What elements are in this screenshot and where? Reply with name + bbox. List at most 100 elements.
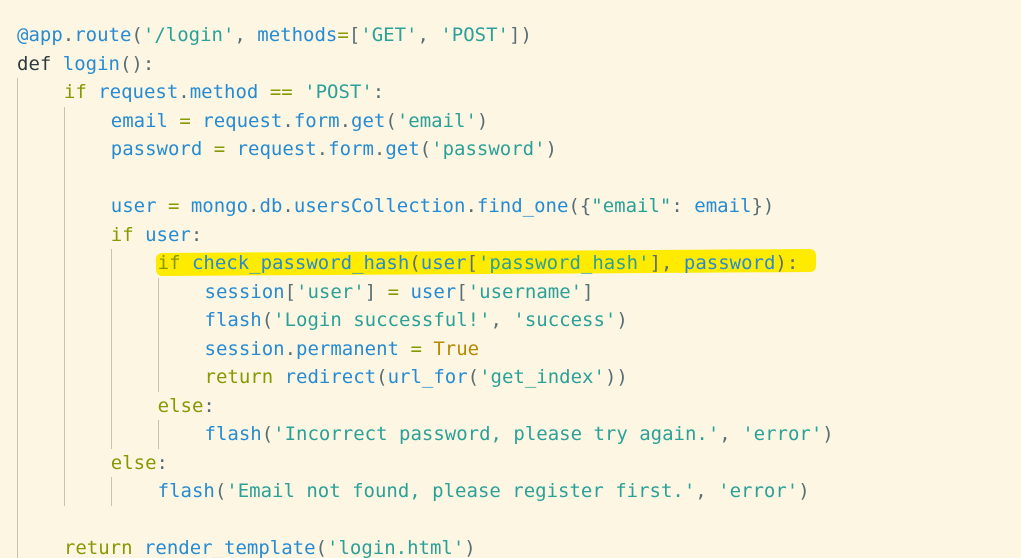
code-token: . bbox=[465, 195, 477, 217]
code-editor[interactable]: @app.route('/login', methods=['GET', 'PO… bbox=[0, 0, 1021, 558]
code-token: email bbox=[110, 109, 168, 132]
indent-guide bbox=[110, 477, 112, 506]
code-token: [ bbox=[456, 280, 468, 303]
code-token: 'get_index' bbox=[479, 366, 605, 388]
code-token: check_password_hash bbox=[191, 252, 410, 274]
code-token: password bbox=[110, 138, 203, 160]
code-token: methods bbox=[257, 24, 338, 46]
indent-guide bbox=[17, 277, 18, 306]
indent-guide bbox=[110, 420, 112, 449]
indent-guide bbox=[63, 448, 65, 477]
indent-guide bbox=[63, 163, 65, 192]
code-token: ) bbox=[464, 537, 476, 558]
code-token: permanent bbox=[296, 337, 399, 360]
code-line: def login(): bbox=[17, 50, 154, 79]
code-token: )) bbox=[604, 366, 628, 388]
code-token: session bbox=[204, 280, 285, 303]
indent-guide bbox=[17, 78, 18, 107]
indent-guide bbox=[63, 477, 65, 506]
code-token: else bbox=[110, 451, 157, 474]
indent-guide bbox=[17, 192, 18, 221]
code-token: url_for bbox=[387, 366, 468, 388]
code-token: 'Email not found, please register first.… bbox=[226, 480, 696, 502]
indent-guide bbox=[110, 363, 112, 392]
code-token: if bbox=[110, 223, 146, 246]
code-token: ( bbox=[409, 252, 421, 274]
code-token: form bbox=[293, 109, 340, 132]
indent-guide bbox=[63, 135, 65, 164]
code-token: else bbox=[157, 394, 204, 417]
code-token: return bbox=[204, 366, 285, 388]
code-token: session bbox=[204, 337, 285, 360]
indent-guide bbox=[110, 249, 112, 278]
code-token: 'GET' bbox=[360, 24, 418, 46]
code-token: render_template bbox=[143, 537, 316, 558]
indent-guide bbox=[17, 163, 18, 192]
code-token: ( bbox=[261, 309, 274, 331]
code-token: = bbox=[337, 24, 349, 46]
code-token: get bbox=[351, 109, 386, 132]
code-token: request bbox=[202, 109, 283, 132]
code-token: ) bbox=[545, 138, 557, 160]
code-token: = bbox=[202, 138, 237, 160]
code-token: email bbox=[694, 195, 752, 217]
code-token: ]) bbox=[509, 24, 532, 46]
code-token: request bbox=[98, 81, 179, 103]
indent-guide bbox=[17, 448, 18, 477]
code-token: . bbox=[282, 109, 294, 132]
code-token: , bbox=[490, 309, 514, 331]
code-token: @app bbox=[17, 24, 63, 46]
indent-guide bbox=[17, 391, 18, 420]
code-token: flash bbox=[204, 309, 262, 331]
indent-guide bbox=[17, 106, 18, 135]
code-token: 'username' bbox=[467, 280, 583, 303]
indent-guide bbox=[17, 135, 18, 164]
code-token: ( bbox=[261, 423, 274, 445]
indent-guide bbox=[63, 249, 65, 278]
code-token: ], bbox=[649, 252, 684, 274]
code-line: if request.method == 'POST': bbox=[64, 78, 384, 107]
code-token: , bbox=[695, 480, 719, 502]
code-line: session.permanent = True bbox=[205, 335, 480, 364]
code-token: find_one bbox=[476, 195, 569, 217]
code-token: ) bbox=[822, 423, 834, 445]
code-token: route bbox=[74, 24, 132, 46]
code-token: user bbox=[410, 280, 457, 303]
indent-guide bbox=[63, 420, 65, 449]
code-token: = bbox=[156, 195, 191, 217]
code-token: == bbox=[258, 81, 305, 103]
indent-guide bbox=[17, 505, 18, 534]
code-token: 'POST' bbox=[440, 24, 509, 46]
code-token: . bbox=[282, 195, 294, 217]
code-line: @app.route('/login', methods=['GET', 'PO… bbox=[17, 21, 532, 50]
code-token: ( bbox=[419, 138, 432, 160]
code-token: : bbox=[671, 195, 695, 217]
code-token: ( bbox=[376, 366, 388, 388]
code-token: = bbox=[376, 280, 411, 303]
code-line: password = request.form.get('password') bbox=[111, 135, 557, 164]
code-token: '/login' bbox=[142, 24, 235, 46]
code-token: . bbox=[62, 24, 75, 46]
code-token: ) bbox=[476, 109, 489, 132]
code-token: user bbox=[110, 195, 157, 217]
code-token: : bbox=[156, 451, 168, 474]
indent-guide bbox=[63, 192, 65, 221]
code-token: method bbox=[189, 81, 259, 103]
indent-guide bbox=[63, 277, 65, 306]
code-line: else: bbox=[158, 392, 215, 421]
code-token: }) bbox=[751, 195, 775, 217]
code-line: return render_template('login.html') bbox=[64, 534, 476, 558]
indent-guide bbox=[157, 306, 159, 335]
code-token: : bbox=[190, 223, 203, 246]
code-line: if user: bbox=[111, 221, 203, 250]
code-token: db bbox=[259, 195, 283, 217]
indent-guide bbox=[110, 277, 112, 306]
code-token: 'Incorrect password, please try again.' bbox=[273, 423, 720, 445]
code-token: True bbox=[433, 337, 480, 360]
code-token: , bbox=[234, 24, 258, 46]
code-token: [ bbox=[348, 24, 361, 46]
code-token: if bbox=[157, 252, 192, 274]
code-token: login bbox=[62, 52, 120, 75]
indent-guide bbox=[63, 363, 65, 392]
code-token: ({ bbox=[568, 195, 592, 217]
